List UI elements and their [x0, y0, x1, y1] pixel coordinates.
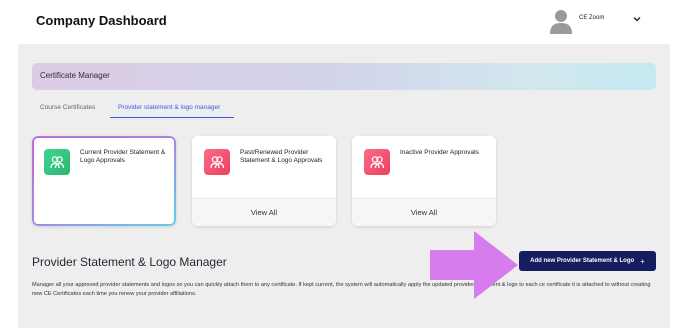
page-title: Company Dashboard [36, 13, 167, 28]
chevron-down-icon[interactable] [632, 14, 642, 24]
tab-course-certificates[interactable]: Course Certificates [40, 104, 95, 111]
user-name[interactable]: CE Zoom [579, 15, 604, 21]
card-inactive-approvals[interactable]: Inactive Provider Approvals View All [352, 136, 496, 226]
view-all-link[interactable]: View All [192, 208, 336, 217]
card-label: Current Provider Statement & Logo Approv… [80, 149, 166, 164]
card-label: Inactive Provider Approvals [400, 149, 479, 156]
card-footer: View All [352, 198, 496, 226]
users-icon [44, 149, 70, 175]
plus-icon: + [640, 256, 645, 266]
section-title: Provider Statement & Logo Manager [32, 255, 227, 269]
certificate-manager-title: Certificate Manager [40, 71, 110, 80]
annotation-arrow-icon [430, 231, 518, 299]
view-all-link[interactable]: View All [352, 208, 496, 217]
card-footer: View All [192, 198, 336, 226]
tab-provider-statement-logo-manager[interactable]: Provider statement & logo manager [118, 104, 220, 111]
card-current-approvals[interactable]: Current Provider Statement & Logo Approv… [32, 136, 176, 226]
certificate-manager-banner: Certificate Manager [32, 63, 656, 90]
section-description: Manager all your approved provider state… [32, 282, 651, 297]
add-provider-statement-button[interactable]: Add new Provider Statement & Logo + [519, 251, 656, 271]
users-icon [204, 149, 230, 175]
top-bar: Company Dashboard CE Zoom [0, 0, 688, 44]
add-button-label: Add new Provider Statement & Logo [530, 258, 635, 264]
active-tab-underline [110, 117, 234, 118]
main-content: Certificate Manager Course Certificates … [18, 44, 670, 328]
card-past-renewed-approvals[interactable]: Past/Renewed Provider Statement & Logo A… [192, 136, 336, 226]
avatar[interactable] [549, 8, 573, 34]
card-label: Past/Renewed Provider Statement & Logo A… [240, 149, 323, 164]
users-icon [364, 149, 390, 175]
